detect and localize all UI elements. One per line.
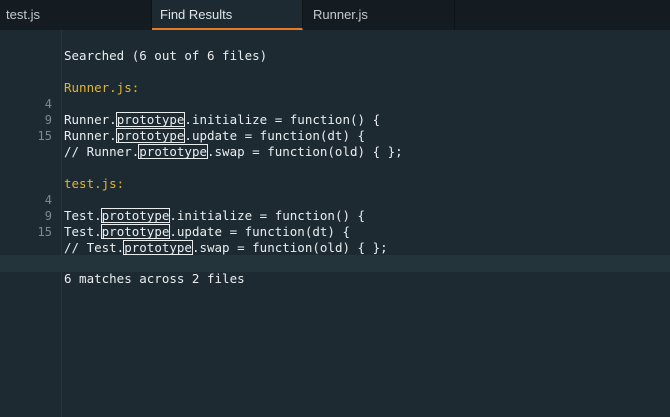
code-before-match: Test.	[64, 224, 102, 239]
result-line[interactable]: 9 Test.prototype.update = function(dt) {	[0, 192, 670, 239]
find-results-editor[interactable]: Searched (6 out of 6 files) Runner.js: 4…	[0, 30, 670, 417]
line-number: 15	[37, 129, 52, 143]
tab-find-results[interactable]: Find Results	[152, 0, 303, 30]
summary-line: 6 matches across 2 files	[0, 255, 670, 286]
tab-runner-js[interactable]: Runner.js	[303, 0, 455, 30]
code-after-match: .update = function(dt) {	[184, 128, 366, 143]
match-highlight: prototype	[138, 144, 208, 159]
match-highlight: prototype	[123, 240, 193, 255]
match-highlight: prototype	[100, 224, 171, 239]
result-code[interactable]: Test.prototype.update = function(dt) {	[64, 224, 350, 240]
code-before-match: // Test.	[64, 240, 125, 255]
tab-test-js[interactable]: test.js	[0, 0, 152, 30]
match-summary: 6 matches across 2 files	[64, 271, 245, 286]
code-after-match: .swap = function(old) { };	[207, 144, 403, 159]
code-before-match: // Runner.	[64, 144, 140, 159]
result-code[interactable]: // Test.prototype.swap = function(old) {…	[64, 240, 388, 256]
result-code[interactable]: // Runner.prototype.swap = function(old)…	[64, 144, 403, 160]
match-highlight: prototype	[115, 128, 186, 143]
code-after-match: .swap = function(old) { };	[191, 240, 388, 255]
tab-bar: test.js Find Results Runner.js	[0, 0, 670, 30]
result-file-line[interactable]: test.js:	[0, 160, 670, 191]
result-code[interactable]: Runner.prototype.update = function(dt) {	[64, 128, 365, 144]
result-line[interactable]: 4 Test.prototype.initialize = function()…	[0, 176, 670, 223]
result-line[interactable]: 9 Runner.prototype.update = function(dt)…	[0, 96, 670, 143]
tab-label: Find Results	[160, 7, 233, 22]
result-line[interactable]: 15 // Test.prototype.swap = function(old…	[0, 208, 670, 255]
search-header: Searched (6 out of 6 files)	[64, 48, 268, 63]
result-line[interactable]: 15 // Runner.prototype.swap = function(o…	[0, 112, 670, 159]
line-number: 15	[37, 225, 52, 239]
tab-label: test.js	[6, 7, 40, 22]
result-line[interactable]: 4 Runner.prototype.initialize = function…	[0, 80, 670, 127]
tab-label: Runner.js	[313, 7, 368, 22]
search-header-line: Searched (6 out of 6 files)	[0, 32, 670, 63]
code-after-match: .update = function(dt) {	[169, 224, 350, 239]
result-file-line[interactable]: Runner.js:	[0, 64, 670, 95]
code-before-match: Runner.	[64, 128, 117, 143]
